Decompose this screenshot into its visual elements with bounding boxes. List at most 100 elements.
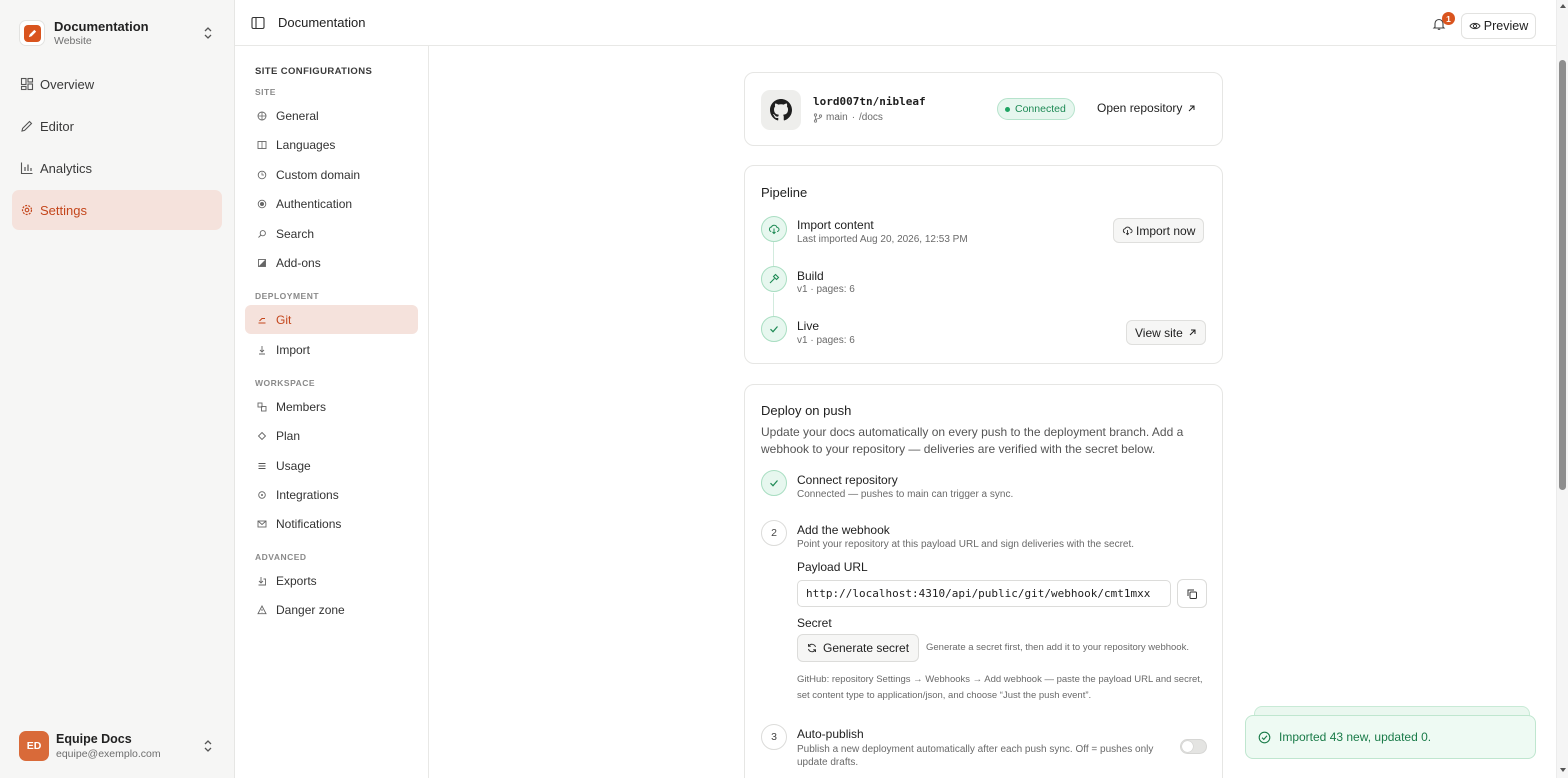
status-label: Connected (1015, 103, 1066, 115)
settings-item-search[interactable]: Search (245, 219, 418, 248)
pencil-logo-icon (28, 29, 36, 37)
warning-icon (257, 604, 267, 614)
deploy-description: Update your docs automatically on every … (761, 425, 1184, 456)
settings-item-general[interactable]: General (245, 101, 418, 130)
scroll-up-arrow-icon[interactable] (1560, 4, 1566, 8)
step-number: 2 (761, 520, 787, 546)
step-status-circle (761, 316, 787, 342)
workspace-switcher[interactable]: Documentation Website (12, 12, 222, 54)
auto-publish-toggle[interactable] (1180, 739, 1207, 754)
diamond-icon (257, 431, 267, 440)
nav-item-editor[interactable]: Editor (12, 106, 222, 146)
toast-message: Imported 43 new, updated 0. (1279, 730, 1432, 744)
cloud-download-icon (1122, 226, 1133, 236)
settings-item-import[interactable]: Import (245, 335, 418, 364)
repository-name: lord007tn/nibleaf (813, 95, 926, 108)
step-title: Build (797, 269, 824, 283)
generate-secret-button[interactable]: Generate secret (797, 634, 920, 662)
globe-icon (257, 111, 267, 120)
hammer-icon (769, 273, 780, 284)
app-sidebar: Documentation Website Overview Editor An… (0, 0, 235, 778)
refresh-icon (808, 643, 816, 653)
settings-item-languages[interactable]: Languages (245, 130, 418, 159)
import-now-label: Import now (1136, 223, 1196, 238)
check-icon (770, 326, 778, 333)
open-repository-link[interactable]: Open repository (1097, 101, 1196, 115)
pipeline-title: Pipeline (761, 185, 808, 200)
step-title: Connect repository (797, 473, 898, 487)
view-site-button[interactable]: View site (1126, 320, 1206, 345)
settings-item-label: Search (276, 226, 315, 241)
workspace-subtitle: Website (54, 34, 92, 47)
settings-item-label: Exports (276, 573, 317, 588)
settings-item-label: Usage (276, 458, 311, 473)
repository-path: /docs (859, 112, 883, 123)
copy-url-button[interactable] (1177, 579, 1207, 608)
settings-item-add-ons[interactable]: Add-ons (245, 248, 418, 277)
settings-item-label: Notifications (276, 516, 342, 531)
settings-item-usage[interactable]: Usage (245, 451, 418, 480)
settings-item-label: Add-ons (276, 255, 321, 270)
settings-item-label: Custom domain (276, 167, 361, 182)
github-logo (761, 90, 801, 130)
page-scrollbar[interactable] (1556, 0, 1568, 778)
step-title: Add the webhook (797, 523, 890, 537)
scrollbar-thumb[interactable] (1559, 60, 1566, 490)
step-status-circle (761, 266, 787, 292)
export-icon (258, 576, 266, 585)
settings-item-label: Git (276, 312, 292, 327)
step-subtitle: Publish a new deployment automatically a… (797, 744, 1154, 768)
settings-item-danger-zone[interactable]: Danger zone (245, 595, 418, 624)
settings-item-custom-domain[interactable]: Custom domain (245, 160, 418, 189)
status-dot-icon (1005, 106, 1010, 112)
step-connector (773, 242, 774, 266)
settings-item-notifications[interactable]: Notifications (245, 509, 418, 538)
book-icon (257, 140, 267, 149)
meta-separator: · (851, 112, 856, 123)
settings-item-members[interactable]: Members (245, 392, 418, 421)
user-name: Equipe Docs (56, 731, 132, 746)
github-icon (770, 99, 792, 121)
toggle-knob (1182, 741, 1193, 752)
preview-button[interactable]: Preview (1461, 13, 1536, 39)
settings-item-label: Authentication (276, 196, 353, 211)
user-email: equipe@exemplo.com (56, 747, 161, 760)
sidebar-toggle-icon[interactable] (251, 16, 265, 30)
settings-item-exports[interactable]: Exports (245, 566, 418, 595)
user-menu[interactable]: ED Equipe Docs equipe@exemplo.com (12, 726, 222, 766)
nav-item-overview[interactable]: Overview (12, 64, 222, 104)
eye-icon (1469, 22, 1481, 30)
nav-label: Analytics (40, 160, 93, 176)
avatar: ED (19, 731, 49, 761)
notification-badge: 1 (1442, 12, 1455, 25)
nav-label: Editor (40, 118, 74, 134)
import-now-button[interactable]: Import now (1113, 218, 1205, 243)
nav-item-analytics[interactable]: Analytics (12, 148, 222, 188)
step-subtitle: Last imported Aug 20, 2026, 12:53 PM (797, 234, 968, 245)
step-subtitle: v1 · pages: 6 (797, 335, 855, 346)
settings-item-integrations[interactable]: Integrations (245, 480, 418, 509)
external-link-icon (1189, 105, 1195, 111)
pipeline-card: Pipeline Import content Last imported Au… (744, 165, 1223, 364)
copy-icon (1187, 589, 1197, 599)
nav-item-settings[interactable]: Settings (12, 190, 222, 230)
workspace-name: Documentation (54, 18, 149, 34)
step-status-circle (761, 216, 787, 242)
chevron-up-down-icon (204, 740, 212, 752)
secret-label: Secret (797, 616, 832, 630)
step-subtitle: v1 · pages: 6 (797, 284, 855, 295)
main-nav: Overview Editor Analytics Settings (12, 64, 222, 232)
branch-name: main (826, 112, 848, 123)
layout-grid-icon (20, 77, 34, 91)
nav-label: Overview (40, 76, 95, 92)
generate-secret-label: Generate secret (823, 641, 910, 655)
settings-item-plan[interactable]: Plan (245, 421, 418, 450)
step-subtitle: Connected — pushes to main can trigger a… (797, 489, 1014, 500)
settings-item-authentication[interactable]: Authentication (245, 189, 418, 218)
settings-item-git[interactable]: Git (245, 305, 418, 334)
scroll-down-arrow-icon[interactable] (1560, 768, 1566, 772)
group-label-site: SITE (255, 87, 276, 97)
payload-url-field[interactable]: http://localhost:4310/api/public/git/web… (797, 580, 1171, 607)
git-branch-icon (258, 317, 266, 323)
toast-notification[interactable]: Imported 43 new, updated 0. (1245, 715, 1536, 759)
